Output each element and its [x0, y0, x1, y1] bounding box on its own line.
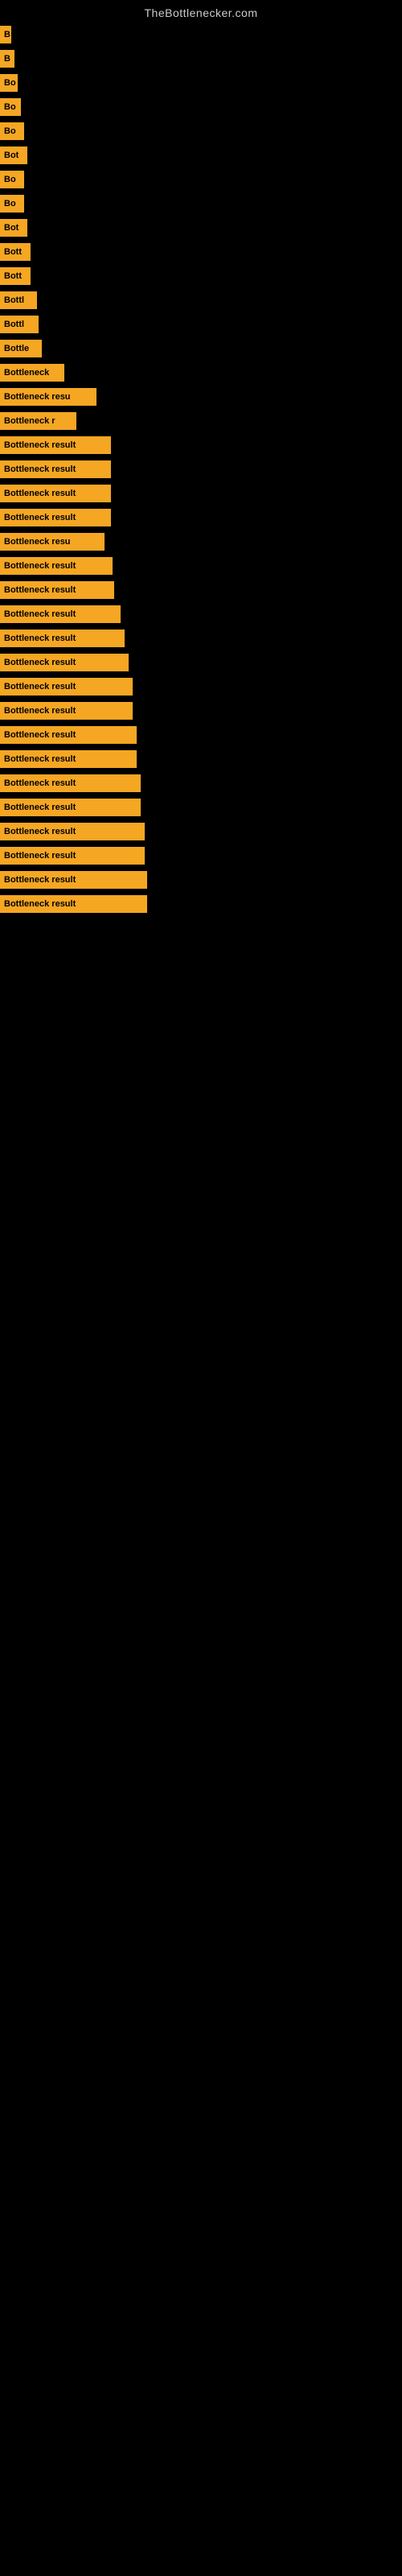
bar-row: Bo	[0, 95, 402, 119]
bar-row: Bo	[0, 119, 402, 143]
bar-row: Bottleneck result	[0, 747, 402, 771]
bar-label: Bot	[0, 147, 27, 164]
bar-label: Bottleneck result	[0, 654, 129, 671]
bar-label: Bo	[0, 74, 18, 92]
bar-label: Bo	[0, 171, 24, 188]
bar-label: Bottleneck result	[0, 774, 141, 792]
bar-row: Bot	[0, 216, 402, 240]
bar-label: Bottleneck result	[0, 509, 111, 526]
bar-row: Bottleneck result	[0, 675, 402, 699]
bar-row: Bottleneck result	[0, 650, 402, 675]
bar-row: B	[0, 23, 402, 47]
bar-row: Bottle	[0, 336, 402, 361]
bar-label: Bottleneck result	[0, 630, 125, 647]
bar-row: Bottleneck result	[0, 602, 402, 626]
bar-row: Bott	[0, 264, 402, 288]
bar-label: Bottleneck result	[0, 460, 111, 478]
bar-label: B	[0, 50, 14, 68]
bar-row: Bottleneck result	[0, 868, 402, 892]
bar-row: Bottleneck result	[0, 506, 402, 530]
bar-row: Bottleneck result	[0, 819, 402, 844]
bar-label: Bott	[0, 267, 31, 285]
bar-row: Bottleneck result	[0, 457, 402, 481]
bars-container: BB Bo Bo Bo Bot Bo Bo Bot Bott Bott Bottl Bottl Bott…	[0, 23, 402, 916]
bar-row: Bottleneck result	[0, 844, 402, 868]
bar-label: Bottleneck result	[0, 581, 114, 599]
bar-row: Bottleneck result	[0, 771, 402, 795]
bar-label: Bottleneck resu	[0, 388, 96, 406]
bar-label: Bottleneck result	[0, 871, 147, 889]
bar-row: Bottleneck result	[0, 481, 402, 506]
bar-label: Bottleneck result	[0, 823, 145, 840]
bar-row: Bottleneck result	[0, 723, 402, 747]
bar-row: Bo	[0, 167, 402, 192]
bar-row: Bo	[0, 192, 402, 216]
bar-row: Bottleneck result	[0, 795, 402, 819]
bar-label: Bo	[0, 122, 24, 140]
bar-row: Bottleneck resu	[0, 385, 402, 409]
bar-label: Bottleneck result	[0, 847, 145, 865]
bar-row: Bottleneck result	[0, 578, 402, 602]
bar-label: Bott	[0, 243, 31, 261]
bar-label: Bo	[0, 98, 21, 116]
bar-row: Bottl	[0, 288, 402, 312]
bar-label: Bottle	[0, 340, 42, 357]
bar-row: Bottleneck result	[0, 433, 402, 457]
bar-row: Bottleneck result	[0, 699, 402, 723]
bar-row: Bottleneck resu	[0, 530, 402, 554]
bar-label: Bottl	[0, 316, 39, 333]
bar-row: Bottl	[0, 312, 402, 336]
bar-label: Bottleneck result	[0, 678, 133, 696]
bar-label: Bo	[0, 195, 24, 213]
bar-label: Bottleneck result	[0, 799, 141, 816]
bar-row: B	[0, 47, 402, 71]
bar-label: Bottleneck r	[0, 412, 76, 430]
bar-row: Bot	[0, 143, 402, 167]
bar-row: Bottleneck result	[0, 626, 402, 650]
bar-row: Bott	[0, 240, 402, 264]
bar-row: Bottleneck	[0, 361, 402, 385]
site-title: TheBottlenecker.com	[0, 0, 402, 23]
bar-label: Bottleneck result	[0, 485, 111, 502]
bar-label: B	[0, 26, 11, 43]
bar-label: Bottleneck result	[0, 750, 137, 768]
bar-label: Bottleneck result	[0, 557, 113, 575]
bar-label: Bottleneck result	[0, 605, 121, 623]
bar-row: Bottleneck result	[0, 554, 402, 578]
bar-label: Bottleneck result	[0, 436, 111, 454]
bar-label: Bottleneck result	[0, 702, 133, 720]
bar-label: Bottleneck result	[0, 895, 147, 913]
bar-label: Bot	[0, 219, 27, 237]
bar-label: Bottleneck	[0, 364, 64, 382]
bar-row: Bottleneck result	[0, 892, 402, 916]
bar-row: Bo	[0, 71, 402, 95]
bar-row: Bottleneck r	[0, 409, 402, 433]
bar-label: Bottleneck resu	[0, 533, 105, 551]
bar-label: Bottleneck result	[0, 726, 137, 744]
bar-label: Bottl	[0, 291, 37, 309]
